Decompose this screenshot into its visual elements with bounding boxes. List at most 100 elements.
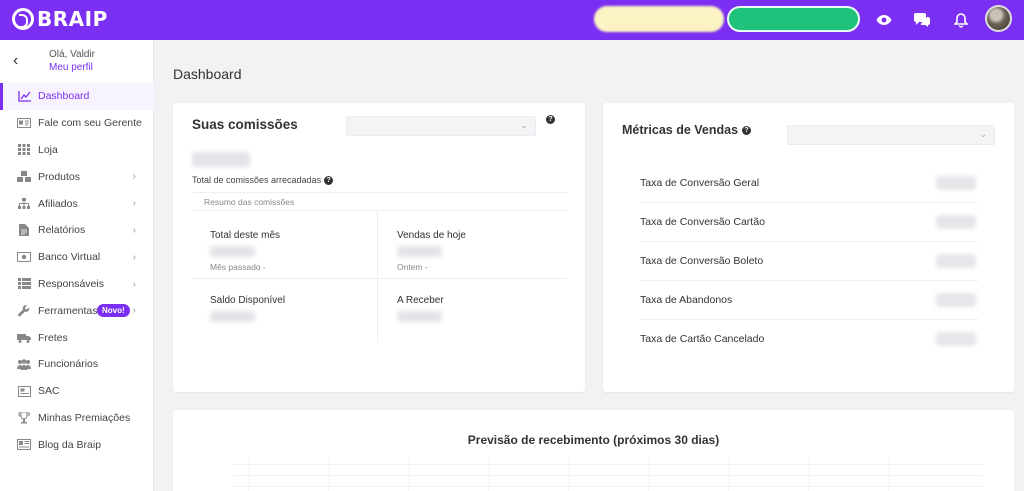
gridline	[328, 460, 329, 491]
newspaper-icon	[17, 439, 31, 451]
chevron-right-icon: ›	[132, 198, 136, 210]
list-icon	[17, 278, 31, 290]
sidebar-item-funcionarios[interactable]: Funcionários	[0, 351, 154, 378]
today-sales-value	[397, 246, 442, 257]
divider	[192, 278, 567, 279]
metric-value	[936, 176, 976, 190]
action-pill-button[interactable]	[727, 6, 860, 32]
chevron-down-icon: ⌄	[520, 120, 528, 130]
sidebar-item-label: Produtos	[38, 170, 81, 183]
gridline	[648, 460, 649, 491]
sidebar-item-label: Blog da Braip	[38, 438, 102, 451]
users-icon	[17, 358, 31, 370]
sidebar-item-banco-virtual[interactable]: Banco Virtual ›	[0, 244, 154, 271]
sidebar-item-produtos[interactable]: Produtos ›	[0, 163, 154, 190]
metric-value	[936, 293, 976, 307]
sidebar-item-fretes[interactable]: Fretes	[0, 324, 154, 351]
chevron-right-icon: ›	[132, 171, 136, 183]
sidebar-item-relatorios[interactable]: Relatórios ›	[0, 217, 154, 244]
forecast-title: Previsão de recebimento (próximos 30 dia…	[467, 433, 720, 447]
chevron-left-icon[interactable]: ‹	[13, 52, 18, 70]
metric-row: Taxa de Conversão Geral	[640, 164, 978, 203]
metric-row: Taxa de Conversão Boleto	[640, 242, 978, 281]
metric-label: Taxa de Conversão Boleto	[640, 255, 764, 267]
last-month-label: Mês passado -	[210, 262, 266, 272]
forecast-chart	[208, 460, 983, 491]
chevron-right-icon: ›	[132, 305, 136, 317]
metric-value	[936, 332, 976, 346]
sidebar-item-label: Fretes	[38, 331, 68, 344]
sidebar-item-label: Fale com seu Gerente	[38, 117, 142, 130]
grid-icon	[17, 144, 31, 156]
sidebar-item-label: Afiliados	[38, 197, 78, 210]
sidebar-item-afiliados[interactable]: Afiliados ›	[0, 190, 154, 217]
sidebar-item-fale-com-gerente[interactable]: Fale com seu Gerente	[0, 110, 154, 137]
bell-icon[interactable]	[951, 10, 971, 30]
sidebar-item-label: Funcionários	[38, 358, 99, 371]
month-total-label: Total deste mês	[210, 230, 281, 241]
commissions-title: Suas comissões	[192, 117, 298, 132]
metric-value	[936, 254, 976, 268]
sales-metrics-card: Métricas de Vendas ? ⌄ Taxa de Conversão…	[603, 103, 1014, 392]
metric-value	[936, 215, 976, 229]
my-profile-link[interactable]: Meu perfil	[49, 62, 93, 73]
gridline	[728, 460, 729, 491]
metrics-title: Métricas de Vendas ?	[622, 123, 752, 137]
money-icon	[17, 251, 31, 263]
month-total-value	[210, 246, 255, 257]
available-balance-value	[210, 311, 255, 322]
gridline	[808, 460, 809, 491]
file-icon	[17, 224, 31, 237]
eye-icon[interactable]	[874, 10, 894, 30]
logo-mark-icon	[12, 8, 34, 30]
metric-label: Taxa de Conversão Geral	[640, 177, 760, 189]
commissions-card: Suas comissões ⌄ ? Total de comissões ar…	[173, 103, 585, 392]
sidebar-item-blog[interactable]: Blog da Braip	[0, 431, 154, 458]
metric-label: Taxa de Cartão Cancelado	[640, 333, 765, 345]
sidebar-item-premiacoes[interactable]: Minhas Premiações	[0, 405, 154, 432]
receivable-label: A Receber	[397, 295, 444, 306]
gridline	[888, 460, 889, 491]
brand-name: BRAIP	[37, 7, 108, 31]
braip-logo[interactable]: BRAIP	[12, 7, 108, 31]
chat-icon[interactable]	[912, 10, 932, 30]
help-icon[interactable]: ?	[324, 175, 334, 185]
chevron-right-icon: ›	[132, 224, 136, 236]
metric-row: Taxa de Conversão Cartão	[640, 203, 978, 242]
sidebar-item-ferramentas[interactable]: Ferramentas Novo! ›	[0, 297, 154, 324]
sidebar-item-dashboard[interactable]: Dashboard	[0, 83, 154, 110]
metric-row: Taxa de Abandonos	[640, 281, 978, 320]
gridline	[233, 486, 983, 487]
commissions-filter-select[interactable]: ⌄	[346, 116, 536, 136]
balance-pill[interactable]	[594, 6, 724, 32]
top-bar: BRAIP	[0, 0, 1024, 40]
metric-row: Taxa de Cartão Cancelado	[640, 320, 978, 359]
yesterday-label: Ontem -	[397, 262, 428, 272]
sidebar-item-responsaveis[interactable]: Responsáveis ›	[0, 271, 154, 298]
new-badge: Novo!	[97, 304, 130, 318]
sidebar-item-loja[interactable]: Loja	[0, 137, 154, 164]
metrics-filter-select[interactable]: ⌄	[787, 125, 995, 145]
sidebar-item-label: Minhas Premiações	[38, 411, 131, 424]
gridline	[488, 460, 489, 491]
metric-label: Taxa de Conversão Cartão	[640, 216, 765, 228]
gridline	[408, 460, 409, 491]
sitemap-icon	[17, 198, 31, 210]
commissions-summary: Resumo das comissões	[192, 192, 567, 211]
sidebar-menu: Dashboard Fale com seu Gerente Loja Prod…	[0, 83, 154, 458]
help-icon[interactable]: ?	[546, 115, 555, 124]
divider	[377, 211, 378, 343]
help-icon[interactable]: ?	[742, 125, 752, 135]
user-avatar[interactable]	[985, 5, 1012, 32]
total-commissions-label: Total de comissões arrecadadas ?	[192, 175, 334, 185]
receivable-value	[397, 311, 442, 322]
gridline	[233, 475, 983, 476]
total-commissions-value	[192, 152, 250, 167]
truck-icon	[17, 332, 31, 344]
cubes-icon	[17, 171, 31, 183]
sac-icon	[17, 385, 31, 397]
gridline	[568, 460, 569, 491]
gridline	[248, 460, 249, 491]
sidebar-item-sac[interactable]: SAC	[0, 378, 154, 405]
forecast-card: Previsão de recebimento (próximos 30 dia…	[173, 410, 1014, 491]
